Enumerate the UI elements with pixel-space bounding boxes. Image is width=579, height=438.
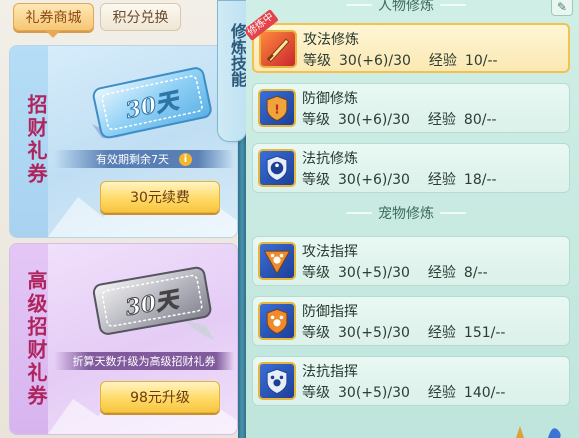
skill-row-attack[interactable]: 修炼中 攻法修炼 等级 30(+6)/30 经验 10/--	[246, 9, 570, 73]
sword-icon	[259, 30, 297, 68]
skill-name: 法抗修炼	[302, 151, 358, 167]
exp-value: 80/--	[463, 112, 497, 128]
card-title: 高级招财礼券	[24, 270, 48, 408]
tab-active-indicator	[46, 31, 60, 38]
level-label: 等级	[302, 112, 330, 128]
skill-name: 攻法指挥	[302, 244, 358, 260]
svg-text:!: !	[274, 101, 280, 116]
coupon-panel: 礼券商城 积分兑换 招财礼券 30天 有效期剩余7天 i 30元续费 高级招财礼…	[0, 0, 244, 438]
skill-row-resistance[interactable]: 法抗修炼 等级 30(+6)/30 经验 18/--	[252, 143, 570, 193]
tab-cultivation-skills[interactable]: 修炼技能	[217, 0, 247, 142]
upgrade-text: 折算天数升级为高级招财礼券	[72, 355, 216, 368]
level-label: 等级	[303, 53, 331, 69]
skill-stats: 等级 30(+6)/30 经验 80/--	[302, 109, 497, 129]
skill-row-pet-attack[interactable]: 攻法指挥 等级 30(+5)/30 经验 8/--	[252, 236, 570, 286]
level-label: 等级	[302, 265, 330, 281]
exp-label: 经验	[427, 325, 456, 341]
exp-label: 经验	[428, 53, 457, 69]
skill-name: 防御指挥	[302, 304, 358, 320]
section-title-text: 宠物修炼	[378, 206, 434, 222]
skill-stats: 等级 30(+5)/30 经验 140/--	[302, 382, 505, 402]
skill-stats: 等级 30(+5)/30 经验 151/--	[302, 322, 505, 342]
coupon-ticket-image: 30天	[92, 266, 214, 340]
coupon-card-basic: 招财礼券 30天 有效期剩余7天 i 30元续费	[9, 45, 238, 238]
paw-shield-icon	[258, 302, 296, 340]
tab-coupon-shop[interactable]: 礼券商城	[13, 3, 94, 31]
cultivation-panel: 人物修炼 ✎ 修炼中 攻法修炼 等级 30(+6)/30 经验 10/-- ! 防御修…	[246, 0, 579, 438]
tab-points-exchange[interactable]: 积分兑换	[100, 3, 181, 31]
skill-name: 防御修炼	[302, 91, 358, 107]
yinyang-icon	[258, 149, 296, 187]
validity-text: 有效期剩余7天	[96, 153, 169, 166]
level-value: 30(+6)/30	[339, 53, 411, 69]
validity-info: 有效期剩余7天 i	[54, 150, 234, 168]
coupon-ticket-image: 30天	[92, 67, 212, 139]
level-value: 30(+5)/30	[338, 265, 410, 281]
paw-magic-icon	[258, 362, 296, 400]
skill-row-pet-defense[interactable]: 防御指挥 等级 30(+5)/30 经验 151/--	[252, 296, 570, 346]
skill-stats: 等级 30(+5)/30 经验 8/--	[302, 262, 488, 282]
exp-label: 经验	[427, 265, 456, 281]
card-title: 招财礼券	[24, 94, 48, 186]
upgrade-button[interactable]: 98元升级	[100, 381, 220, 413]
skill-stats: 等级 30(+6)/30 经验 18/--	[302, 169, 497, 189]
section-title-pet: 宠物修炼	[326, 202, 486, 224]
coupon-card-premium: 高级招财礼券 30天 折算天数升级为高级招财礼券 98元升级	[9, 243, 238, 435]
renew-button[interactable]: 30元续费	[100, 181, 220, 213]
side-tab-label: 修炼技能	[228, 23, 247, 87]
paw-attack-icon	[258, 242, 296, 280]
exp-label: 经验	[427, 112, 456, 128]
bottom-item-icons	[516, 426, 561, 438]
info-icon[interactable]: i	[179, 152, 192, 166]
level-label: 等级	[302, 172, 330, 188]
skill-name: 攻法修炼	[303, 32, 359, 48]
edit-icon[interactable]: ✎	[551, 0, 573, 16]
level-label: 等级	[302, 385, 330, 401]
exp-value: 10/--	[464, 53, 498, 69]
skill-stats: 等级 30(+6)/30 经验 10/--	[303, 50, 498, 70]
level-label: 等级	[302, 325, 330, 341]
section-title-text: 人物修炼	[378, 0, 434, 14]
exp-value: 8/--	[463, 265, 488, 281]
section-title-character: 人物修炼	[326, 0, 486, 16]
skill-name: 法抗指挥	[302, 364, 358, 380]
level-value: 30(+6)/30	[338, 172, 410, 188]
exp-value: 140/--	[463, 385, 506, 401]
shield-icon: !	[258, 89, 296, 127]
skill-row-pet-resistance[interactable]: 法抗指挥 等级 30(+5)/30 经验 140/--	[252, 356, 570, 406]
level-value: 30(+5)/30	[338, 385, 410, 401]
exp-value: 18/--	[463, 172, 497, 188]
exp-label: 经验	[427, 172, 456, 188]
level-value: 30(+6)/30	[338, 112, 410, 128]
skill-row-defense[interactable]: ! 防御修炼 等级 30(+6)/30 经验 80/--	[252, 83, 570, 133]
level-value: 30(+5)/30	[338, 325, 410, 341]
exp-label: 经验	[427, 385, 456, 401]
upgrade-info: 折算天数升级为高级招财礼券	[54, 352, 234, 370]
exp-value: 151/--	[463, 325, 506, 341]
